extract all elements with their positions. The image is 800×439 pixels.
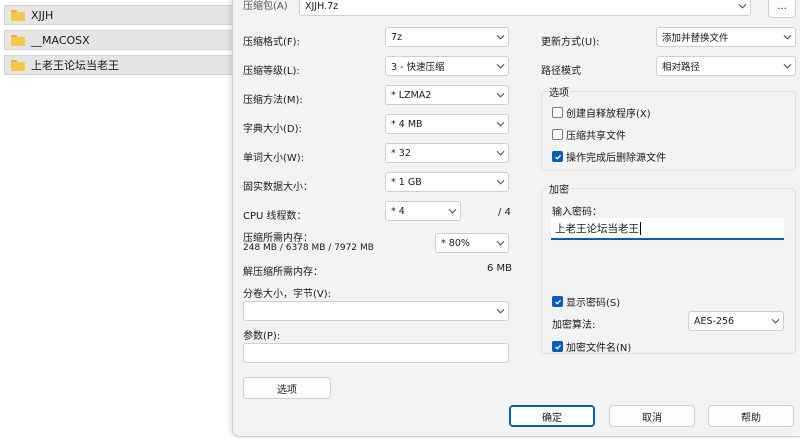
list-item-macosx[interactable]: __MACOSX: [4, 30, 236, 50]
update-mode-label: 更新方式(U):: [541, 37, 600, 48]
show-password-label: 显示密码(S): [566, 298, 621, 309]
checkmark-icon: [554, 154, 561, 160]
folder-icon: [11, 34, 25, 46]
encrypt-names-checkbox[interactable]: [552, 341, 563, 352]
path-mode-combo[interactable]: 相对路径: [656, 56, 796, 76]
archive-name-combo[interactable]: XJJH.7z: [299, 0, 751, 16]
chevron-down-icon: [779, 28, 795, 46]
memory-usage-combo[interactable]: * 80%: [435, 233, 509, 253]
chevron-down-icon: [492, 234, 508, 252]
word-size-combo[interactable]: * 32: [385, 143, 509, 163]
sfx-label: 创建自释放程序(X): [566, 109, 651, 120]
word-size-label: 单词大小(W):: [243, 153, 305, 164]
memory-usage-value: * 80%: [441, 237, 470, 249]
show-password-option[interactable]: 显示密码(S): [552, 294, 620, 309]
shared-files-label: 压缩共享文件: [566, 131, 626, 142]
encryption-method-value: AES-256: [694, 315, 735, 327]
password-value: 上老王论坛当老王: [555, 222, 639, 235]
chevron-down-icon: [492, 86, 508, 104]
chevron-down-icon: [492, 57, 508, 75]
parameters-input[interactable]: [243, 343, 509, 363]
chevron-down-icon: [444, 202, 460, 220]
format-label: 压缩格式(F):: [243, 37, 300, 48]
solid-size-combo[interactable]: * 1 GB: [385, 172, 509, 192]
shared-files-checkbox[interactable]: [552, 129, 563, 140]
split-size-combo[interactable]: [243, 301, 509, 321]
encryption-method-label: 加密算法:: [552, 320, 596, 331]
sfx-option[interactable]: 创建自释放程序(X): [552, 105, 651, 120]
chevron-down-icon: [492, 144, 508, 162]
list-item-label: XJJH: [31, 8, 54, 22]
add-to-archive-dialog: 压缩包(A) XJJH.7z ... 压缩格式(F): 7z 压缩等级(L): …: [232, 0, 800, 437]
compress-memory-detail: 248 MB / 6378 MB / 7972 MB: [243, 243, 374, 253]
solid-size-value: * 1 GB: [391, 176, 422, 188]
checkmark-icon: [554, 344, 561, 350]
cpu-threads-label: CPU 线程数：: [243, 211, 307, 222]
update-mode-combo[interactable]: 添加并替换文件: [656, 27, 796, 47]
list-item-xjjh[interactable]: XJJH: [4, 5, 236, 25]
path-mode-label: 路径模式: [541, 66, 581, 77]
compress-memory-label: 压缩所需内存：: [243, 233, 313, 244]
chevron-down-icon[interactable]: [734, 0, 750, 15]
dictionary-value: * 4 MB: [391, 118, 423, 130]
show-password-checkbox[interactable]: [552, 296, 563, 307]
cpu-threads-total: / 4: [498, 207, 511, 218]
method-label: 压缩方法(M):: [243, 95, 303, 106]
encryption-method-combo[interactable]: AES-256: [688, 311, 784, 331]
dictionary-combo[interactable]: * 4 MB: [385, 114, 509, 134]
options-button[interactable]: 选项: [243, 377, 331, 399]
solid-size-label: 固实数据大小：: [243, 182, 313, 193]
encrypt-names-label: 加密文件名(N): [566, 343, 632, 354]
word-size-value: * 32: [391, 147, 411, 159]
level-value: 3 - 快速压缩: [391, 62, 445, 73]
encryption-group-title: 加密: [547, 181, 571, 196]
archive-label: 压缩包(A): [243, 1, 288, 12]
explorer-list: XJJH __MACOSX 上老王论坛当老王: [0, 0, 240, 439]
folder-icon: [11, 9, 25, 21]
level-label: 压缩等级(L):: [243, 66, 300, 77]
level-combo[interactable]: 3 - 快速压缩: [385, 56, 509, 76]
update-mode-value: 添加并替换文件: [662, 33, 729, 44]
chevron-down-icon: [492, 115, 508, 133]
list-item-label: 上老王论坛当老王: [31, 59, 119, 72]
checkmark-icon: [554, 299, 561, 305]
archive-name-value: XJJH.7z: [305, 0, 339, 12]
shared-files-option[interactable]: 压缩共享文件: [552, 127, 626, 142]
chevron-down-icon: [492, 28, 508, 46]
parameters-label: 参数(P):: [243, 331, 281, 342]
chevron-down-icon: [767, 312, 783, 330]
password-label: 输入密码：: [552, 207, 602, 218]
encrypt-names-option[interactable]: 加密文件名(N): [552, 339, 631, 354]
chevron-down-icon: [779, 57, 795, 75]
cpu-threads-combo[interactable]: * 4: [385, 201, 461, 221]
delete-after-option[interactable]: 操作完成后删除源文件: [552, 149, 666, 164]
ok-button[interactable]: 确定: [509, 405, 595, 427]
options-group-title: 选项: [547, 84, 571, 99]
method-combo[interactable]: * LZMA2: [385, 85, 509, 105]
password-input[interactable]: 上老王论坛当老王: [551, 218, 784, 240]
method-value: * LZMA2: [391, 89, 432, 101]
cancel-button[interactable]: 取消: [609, 405, 695, 427]
chevron-down-icon: [492, 173, 508, 191]
dictionary-label: 字典大小(D):: [243, 124, 302, 135]
decompress-memory-label: 解压缩所需内存：: [243, 267, 323, 278]
help-button[interactable]: 帮助: [708, 405, 794, 427]
format-value: 7z: [391, 31, 403, 43]
decompress-memory-value: 6 MB: [487, 263, 513, 274]
list-item-label: __MACOSX: [31, 33, 90, 47]
chevron-down-icon: [492, 302, 508, 320]
text-caret: [640, 221, 641, 235]
list-item-forum-folder[interactable]: 上老王论坛当老王: [4, 55, 236, 75]
delete-after-label: 操作完成后删除源文件: [566, 153, 666, 164]
path-mode-value: 相对路径: [662, 62, 701, 73]
folder-icon: [11, 59, 25, 71]
sfx-checkbox[interactable]: [552, 107, 563, 118]
cpu-threads-value: * 4: [391, 205, 405, 217]
delete-after-checkbox[interactable]: [552, 151, 563, 162]
format-combo[interactable]: 7z: [385, 27, 509, 47]
split-size-label: 分卷大小，字节(V):: [243, 289, 332, 300]
browse-button[interactable]: ...: [768, 0, 796, 18]
